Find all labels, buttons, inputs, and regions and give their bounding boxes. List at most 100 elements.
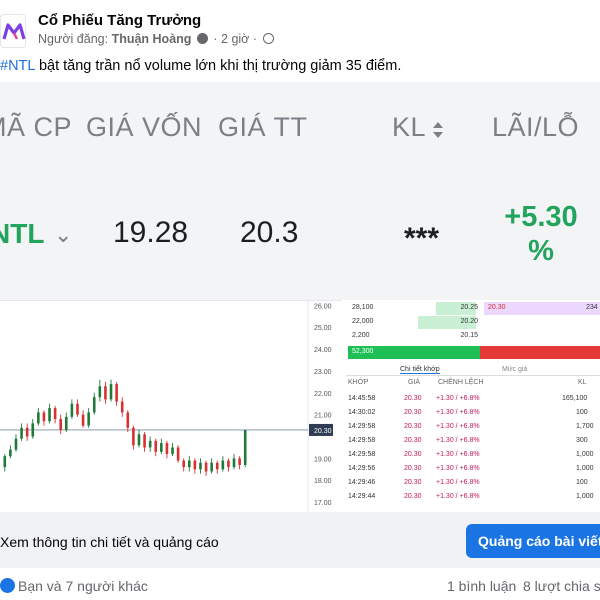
match-time: 14:29:44 (348, 493, 376, 500)
post-header: Cổ Phiếu Tăng Trưởng Người đăng: Thuận H… (0, 6, 600, 54)
header-market: GIÁ TT (218, 112, 308, 142)
poster-name[interactable]: Thuận Hoàng (112, 32, 192, 46)
stock-code[interactable]: NTL (0, 218, 44, 250)
candle-body (53, 408, 57, 420)
candle-body (182, 460, 186, 468)
candle-body (115, 384, 118, 402)
match-time: 14:29:56 (348, 465, 376, 472)
match-change: +1.30 / +6.8% (436, 451, 480, 458)
match-change: +1.30 / +6.8% (436, 493, 480, 500)
y-tick-label: 20.30 (314, 428, 332, 435)
match-price: 20.30 (404, 395, 422, 402)
match-time: 14:30:02 (348, 409, 376, 416)
candle-body (9, 449, 12, 457)
match-change: +1.30 / +6.8% (436, 465, 480, 472)
match-volume: 100 (576, 409, 588, 416)
candle-body (76, 403, 79, 415)
hashtag-link[interactable]: #NTL (0, 58, 35, 74)
trading-panel: 28,100 20.25 20.30 234 22,000 20.20 2,200 20.15… (342, 300, 600, 512)
match-change: +1.30 / +6.8% (436, 395, 480, 402)
poster-prefix: Người đăng: (38, 32, 112, 46)
header-cost: GIÁ VỐN (86, 112, 203, 142)
candle-body (98, 386, 102, 398)
match-price: 20.30 (404, 479, 422, 486)
post-image[interactable]: MÃ CP GIÁ VỐN GIÁ TT KL LÃI/LỖ NTL ⌄ 19.… (0, 82, 600, 512)
match-price: 20.30 (404, 409, 422, 416)
match-volume: 1,000 (576, 465, 594, 472)
candle-body (232, 458, 236, 468)
match-time: 14:29:58 (348, 451, 376, 458)
total-ask-bar (480, 346, 600, 359)
caption-text: bật tăng trần nổ volume lớn khi thị trườ… (34, 58, 402, 74)
match-time: 14:45:58 (348, 395, 376, 402)
candle-body (3, 456, 7, 468)
candle-body (25, 427, 29, 437)
match-time: 14:29:46 (348, 479, 376, 486)
col-time: KHỚP (348, 379, 369, 386)
candle-body (59, 419, 63, 430)
comments-count[interactable]: 1 bình luận (447, 578, 516, 594)
y-tick-label: 23.00 (314, 369, 332, 376)
candle-body (87, 412, 90, 426)
candle-body (171, 447, 174, 454)
candlestick-chart: 26.00 25.00 24.00 23.00 22.00 21.00 20.30 19.00… (0, 300, 342, 512)
candle-body (70, 403, 74, 417)
chart-svg: 26.00 25.00 24.00 23.00 22.00 21.00 20.30 19.00… (0, 301, 333, 512)
pl-unit: % (528, 235, 554, 267)
page-avatar[interactable] (0, 14, 26, 48)
match-time: 14:29:58 (348, 423, 376, 430)
chevron-down-icon[interactable]: ⌄ (54, 222, 72, 248)
bid-price[interactable]: 20.20 (454, 318, 478, 325)
match-row: 14:30:02 20.30 +1.30 / +6.8% 100 (346, 408, 600, 421)
bid-volume: 2,200 (352, 332, 370, 339)
bid-price[interactable]: 20.15 (454, 332, 478, 339)
info-icon[interactable] (196, 33, 208, 44)
post-caption: #NTL bật tăng trần nổ volume lớn khi thị… (0, 58, 401, 74)
post-time[interactable]: 2 giờ (221, 32, 249, 46)
match-change: +1.30 / +6.8% (436, 409, 480, 416)
post-meta: Người đăng: Thuận Hoàng · 2 giờ · (38, 32, 275, 46)
y-tick-label: 19.00 (314, 456, 332, 463)
candle-body (215, 462, 219, 470)
match-change: +1.30 / +6.8% (436, 437, 480, 444)
ad-info-link[interactable]: Xem thông tin chi tiết và quảng cáo (0, 534, 219, 550)
pl-value: +5.30 (504, 201, 578, 233)
reactions-summary[interactable]: Bạn và 7 người khác (18, 578, 148, 594)
candle-body (81, 414, 85, 426)
sort-icon[interactable] (432, 120, 444, 140)
bid-total: 52,300 (352, 348, 374, 355)
order-book-row: 28,100 20.25 20.30 234 (346, 302, 600, 315)
ask-price[interactable]: 20.30 (488, 304, 506, 311)
like-icon[interactable] (0, 578, 15, 593)
candle-body (193, 460, 197, 470)
y-tick-label: 24.00 (314, 347, 332, 354)
shares-count[interactable]: 8 lượt chia sẻ (523, 578, 600, 594)
match-volume: 300 (576, 437, 588, 444)
page-name[interactable]: Cổ Phiếu Tăng Trưởng (38, 12, 201, 29)
match-row: 14:29:58 20.30 +1.30 / +6.8% 1,000 (346, 450, 600, 463)
tab-price-level[interactable]: Mức giá (502, 366, 527, 373)
candle-body (48, 408, 51, 422)
match-volume: 165,100 (562, 395, 588, 402)
match-price: 20.30 (404, 437, 422, 444)
col-volume: KL (578, 379, 587, 386)
candle-body (238, 458, 241, 465)
hidden-volume: *** (404, 222, 440, 255)
match-table-header: KHỚP GIÁ CHÊNH LỆCH KL (346, 378, 600, 390)
order-book-row: 52,300 (346, 346, 600, 359)
bid-price[interactable]: 20.25 (454, 304, 478, 311)
match-volume: 1,700 (576, 423, 594, 430)
candle-body (176, 447, 180, 461)
match-volume: 1,000 (576, 493, 594, 500)
boost-post-button[interactable]: Quảng cáo bài viết (466, 524, 600, 558)
match-time: 14:29:58 (348, 437, 376, 444)
y-tick-label: 22.00 (314, 391, 332, 398)
y-tick-label: 21.00 (314, 413, 332, 420)
ask-volume: 234 (586, 304, 598, 311)
candle-body (132, 427, 135, 446)
candle-body (64, 416, 68, 430)
candle-body (14, 438, 18, 450)
candle-body (221, 460, 225, 470)
reactions-bar: Bạn và 7 người khác 1 bình luận 8 lượt c… (0, 576, 600, 596)
tab-match-detail[interactable]: Chi tiết khớp (400, 366, 440, 374)
